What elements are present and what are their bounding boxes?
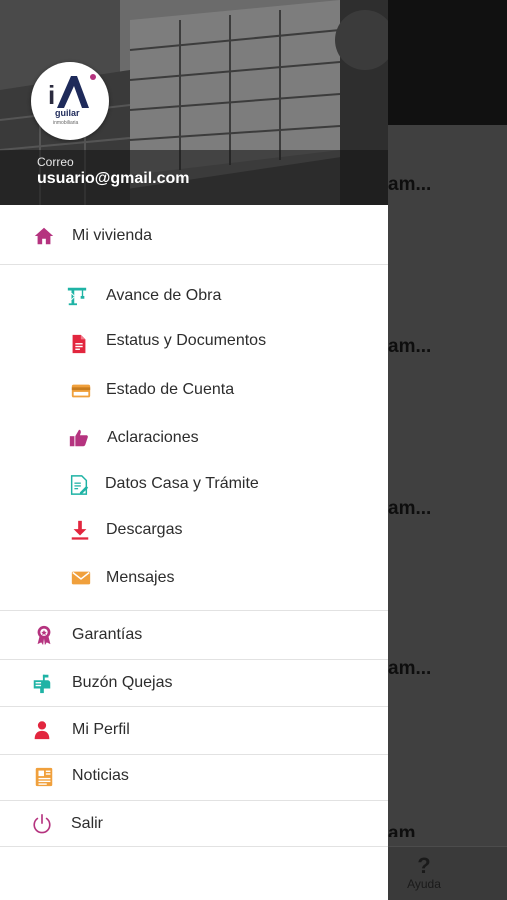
- divider: [0, 846, 388, 847]
- email-label: Correo: [37, 155, 74, 169]
- divider: [0, 659, 388, 660]
- document-icon: [72, 334, 86, 354]
- form-icon: [70, 475, 89, 495]
- background-row-text: am...: [388, 336, 432, 357]
- menu-item-label: Estatus y Documentos: [106, 332, 267, 349]
- menu-item-garantias[interactable]: Garantías: [0, 620, 388, 650]
- divider: [0, 264, 388, 265]
- menu-item-noticias[interactable]: Noticias: [0, 762, 388, 792]
- help-tab[interactable]: ? Ayuda: [403, 853, 445, 892]
- divider: [0, 706, 388, 707]
- menu-item-descargas[interactable]: Descargas: [0, 515, 388, 545]
- menu-item-buzon-quejas[interactable]: Buzón Quejas: [0, 668, 388, 698]
- navigation-drawer: i guilar inmobiliaria Correo usuario@gma…: [0, 0, 388, 900]
- menu-item-label: Mensajes: [106, 569, 175, 586]
- svg-text:inmobiliaria: inmobiliaria: [53, 120, 79, 126]
- divider: [0, 610, 388, 611]
- background-row-text: am: [388, 823, 416, 837]
- svg-text:guilar: guilar: [55, 108, 80, 118]
- help-label: Ayuda: [407, 877, 441, 891]
- mailbox-icon: [33, 674, 51, 694]
- divider: [0, 754, 388, 755]
- user-email: usuario@gmail.com: [37, 170, 190, 187]
- background-row-text: am...: [388, 498, 432, 519]
- menu-item-label: Buzón Quejas: [72, 674, 173, 691]
- menu-item-salir[interactable]: Salir: [0, 810, 388, 840]
- credit-card-icon: [71, 384, 91, 398]
- award-icon: [37, 625, 51, 646]
- menu-item-label: Salir: [71, 815, 104, 832]
- menu-item-estado-de-cuenta[interactable]: Estado de Cuenta: [0, 376, 388, 406]
- drawer-header: i guilar inmobiliaria Correo usuario@gma…: [0, 0, 388, 205]
- menu-item-label: Noticias: [72, 767, 129, 784]
- menu-item-estatus-y-documentos[interactable]: Estatus y Documentos: [0, 327, 388, 357]
- menu-item-label: Avance de Obra: [106, 287, 222, 304]
- home-icon: [34, 227, 54, 245]
- svg-text:i: i: [48, 80, 55, 110]
- menu-item-mensajes[interactable]: Mensajes: [0, 563, 388, 593]
- menu-item-label: Datos Casa y Trámite: [105, 475, 259, 492]
- newspaper-icon: [35, 767, 53, 787]
- mail-icon: [71, 571, 91, 585]
- menu-item-datos-casa-y-tramite[interactable]: Datos Casa y Trámite: [0, 469, 388, 499]
- crane-icon: [67, 287, 87, 306]
- menu-item-label: Garantías: [72, 626, 143, 643]
- menu-item-label: Estado de Cuenta: [106, 381, 235, 398]
- background-row-text: am...: [388, 658, 432, 679]
- power-icon: [33, 814, 51, 834]
- background-topbar: [388, 0, 507, 125]
- person-icon: [34, 721, 50, 740]
- download-icon: [71, 520, 89, 540]
- help-icon: ?: [417, 853, 431, 878]
- background-row-text: am...: [388, 174, 432, 195]
- thumbs-up-icon: [69, 429, 88, 447]
- company-logo: i guilar inmobiliaria: [31, 62, 109, 140]
- menu-item-mi-vivienda[interactable]: Mi vivienda: [0, 222, 388, 252]
- menu-item-aclaraciones[interactable]: Aclaraciones: [0, 423, 388, 453]
- menu-item-label: Mi Perfil: [72, 721, 130, 738]
- divider: [0, 800, 388, 801]
- menu-item-label: Aclaraciones: [107, 429, 199, 446]
- menu-item-label: Mi vivienda: [72, 227, 153, 244]
- menu-item-avance-de-obra[interactable]: Avance de Obra: [0, 281, 388, 311]
- menu-item-label: Descargas: [106, 521, 183, 538]
- menu-item-mi-perfil[interactable]: Mi Perfil: [0, 715, 388, 745]
